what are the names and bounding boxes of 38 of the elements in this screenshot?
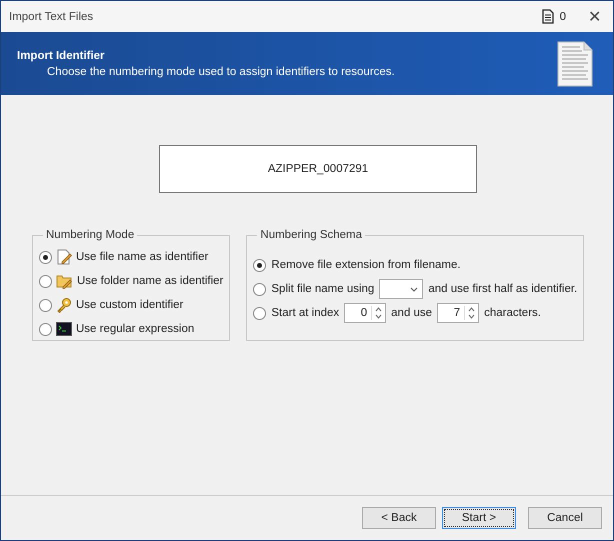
wizard-button[interactable]: < Back: [362, 507, 436, 529]
close-button[interactable]: ✕: [584, 6, 605, 26]
number-spinner[interactable]: 7: [437, 303, 480, 323]
option-label: Use custom identifier: [76, 299, 184, 311]
header-title: Import Identifier: [17, 50, 106, 62]
radio-button[interactable]: [39, 322, 52, 336]
group-title: Numbering Mode: [45, 229, 136, 241]
folder-pencil-icon: [56, 273, 73, 289]
option-label: and use first half as identifier.: [428, 283, 578, 295]
radio-button[interactable]: [253, 258, 266, 272]
separator-dropdown[interactable]: [379, 279, 424, 299]
option-label: Start at index: [271, 307, 340, 319]
group-title: Numbering Schema: [259, 229, 364, 241]
option-label: Use file name as identifier: [76, 251, 208, 263]
terminal-icon: [56, 322, 72, 336]
header-subtitle: Choose the numbering mode used to assign identifiers to resources.: [46, 66, 395, 78]
option-label: Remove file extension from filename.: [271, 259, 461, 271]
option-label: characters.: [484, 307, 541, 319]
window-title: Import Text Files: [9, 10, 94, 22]
wizard-button[interactable]: Cancel: [528, 507, 602, 529]
document-count: 0: [560, 10, 566, 22]
identifier-preview: AZIPPER_0007291: [159, 145, 477, 193]
option-label: Use folder name as identifier: [77, 275, 224, 287]
radio-button[interactable]: [253, 306, 266, 320]
text-document-icon: [557, 40, 593, 86]
number-spinner[interactable]: 0: [344, 303, 386, 323]
wizard-button[interactable]: Start >: [442, 507, 516, 529]
radio-button[interactable]: [39, 274, 52, 288]
radio-button[interactable]: [39, 250, 52, 264]
option-label: Use regular expression: [76, 323, 194, 335]
option-label: Split file name using: [271, 283, 374, 295]
option-label: and use: [391, 307, 432, 319]
key-icon: [56, 297, 72, 313]
radio-button[interactable]: [253, 282, 266, 296]
chevron-down-icon: [410, 286, 418, 292]
document-icon: [542, 9, 554, 24]
document-pencil-icon: [56, 249, 72, 265]
radio-button[interactable]: [39, 298, 52, 312]
